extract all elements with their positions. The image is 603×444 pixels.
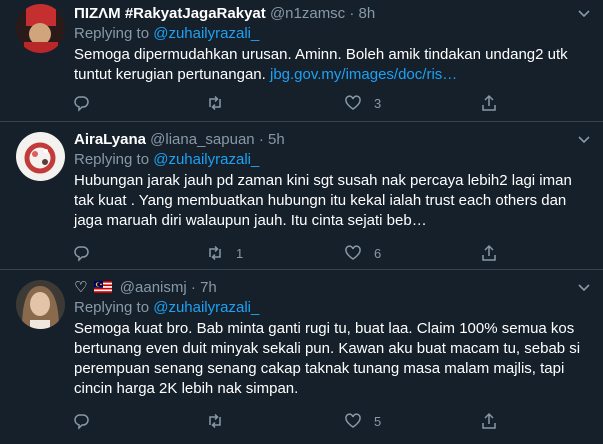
replying-to-label: Replying to [74,151,154,168]
like-button[interactable]: 3 [344,94,381,112]
tweet[interactable]: ΠIZΛM #RakyatJagaRakyat @n1zamsc · 8h Re… [0,0,603,122]
reply-icon [74,96,89,112]
retweet-button[interactable] [206,94,236,112]
user-handle[interactable]: @n1zamsc [270,5,345,22]
retweet-button[interactable] [206,412,236,430]
share-button[interactable] [480,412,498,430]
replying-to: Replying to @zuhailyrazali_ [74,24,593,44]
tweet-text: Semoga dipermudahkan urusan. Aminn. Bole… [74,45,593,85]
replying-to: Replying to @zuhailyrazali_ [74,150,593,170]
tweet[interactable]: AiraLyana @liana_sapuan · 5h Replying to… [0,122,603,270]
like-count: 3 [374,95,382,111]
retweet-icon [209,413,221,429]
avatar[interactable] [16,132,65,181]
user-handle[interactable]: @aanismj [120,279,187,296]
share-button[interactable] [480,244,498,262]
replying-to-label: Replying to [74,299,154,316]
heart-icon [345,413,361,428]
tweet-text-body: Semoga kuat bro. Bab minta ganti rugi tu… [74,320,581,397]
replying-to-mention[interactable]: @zuhailyrazali_ [153,25,259,42]
malaysia-flag-icon [93,281,112,293]
replying-to-mention[interactable]: @zuhailyrazali_ [153,151,259,168]
reply-button[interactable] [72,94,102,112]
separator-dot: · [190,279,196,296]
share-button[interactable] [480,94,498,112]
reply-icon [74,414,89,430]
like-count: 5 [374,413,382,429]
chevron-down-icon[interactable] [577,6,591,20]
heart-icon [345,95,361,110]
replying-to-mention[interactable]: @zuhailyrazali_ [153,299,259,316]
timestamp[interactable]: 5h [268,131,285,148]
timestamp[interactable]: 8h [359,5,376,22]
share-icon [482,94,496,111]
reply-button[interactable] [72,412,102,430]
display-name[interactable]: ΠIZΛM #RakyatJagaRakyat [74,5,266,22]
separator-dot: · [349,5,355,22]
avatar[interactable] [16,4,65,53]
like-button[interactable]: 5 [344,412,381,430]
replying-to: Replying to @zuhailyrazali_ [74,298,593,318]
tweet-text: Hubungan jarak jauh pd zaman kini sgt su… [74,171,593,231]
like-button[interactable]: 6 [344,244,381,262]
tweet-text: Semoga kuat bro. Bab minta ganti rugi tu… [74,319,593,399]
reply-icon [74,246,89,262]
retweet-button[interactable]: 1 [206,244,243,262]
tweet[interactable]: ♡ @aanismj · 7h Replying to @zuhailyraza… [0,270,603,444]
tweet-link[interactable]: jbg.gov.my/images/doc/ris… [270,66,457,83]
separator-dot: · [258,131,264,148]
reply-button[interactable] [72,244,102,262]
retweet-icon [209,245,221,261]
chevron-down-icon[interactable] [577,132,591,146]
share-icon [482,244,496,261]
display-name[interactable]: AiraLyana [74,131,146,148]
retweet-count: 1 [236,245,244,261]
retweet-icon [209,95,221,111]
chevron-down-icon[interactable] [577,280,591,294]
display-name[interactable]: ♡ [74,279,87,296]
tweet-text-body: Hubungan jarak jauh pd zaman kini sgt su… [74,172,572,229]
like-count: 6 [374,245,382,261]
replying-to-label: Replying to [74,25,154,42]
share-icon [482,412,496,429]
heart-icon [345,245,361,260]
avatar[interactable] [16,280,65,329]
timestamp[interactable]: 7h [200,279,217,296]
user-handle[interactable]: @liana_sapuan [150,131,254,148]
